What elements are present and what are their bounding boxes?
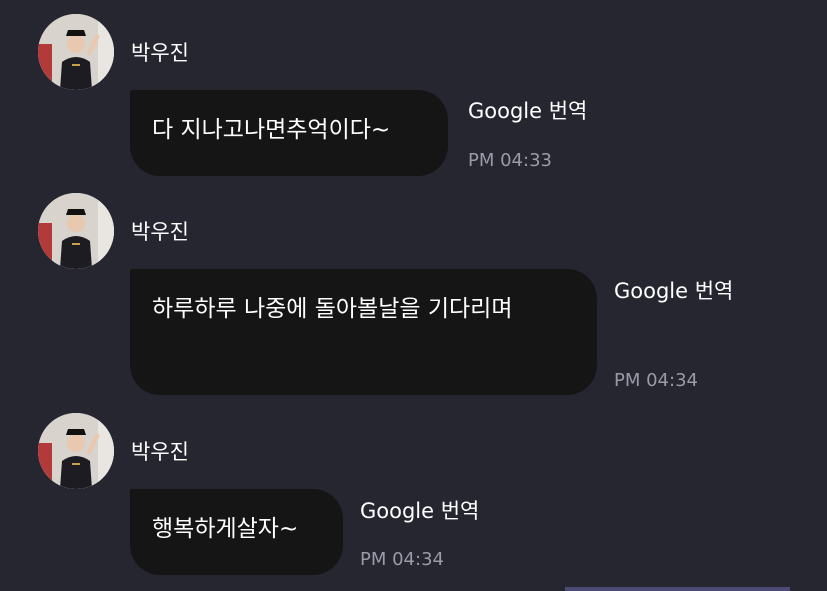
sender-name: 박우진 [131,440,189,464]
profile-photo-icon [38,413,114,489]
sender-name: 박우진 [131,41,189,65]
avatar[interactable] [38,14,114,90]
message-bubble[interactable]: 다 지나고나면추억이다~ [130,90,448,176]
sender-name: 박우진 [131,220,189,244]
scroll-indicator [565,587,790,591]
timestamp: PM 04:33 [468,150,552,171]
profile-photo-icon [38,193,114,269]
timestamp: PM 04:34 [360,549,444,570]
avatar[interactable] [38,413,114,489]
google-translate-button[interactable]: Google 번역 [468,99,587,123]
google-translate-button[interactable]: Google 번역 [614,279,733,303]
message-bubble[interactable]: 행복하게살자~ [130,489,343,575]
message-bubble[interactable]: 하루하루 나중에 돌아볼날을 기다리며 [130,269,597,395]
timestamp: PM 04:34 [614,370,698,391]
profile-photo-icon [38,14,114,90]
google-translate-button[interactable]: Google 번역 [360,499,479,523]
avatar[interactable] [38,193,114,269]
